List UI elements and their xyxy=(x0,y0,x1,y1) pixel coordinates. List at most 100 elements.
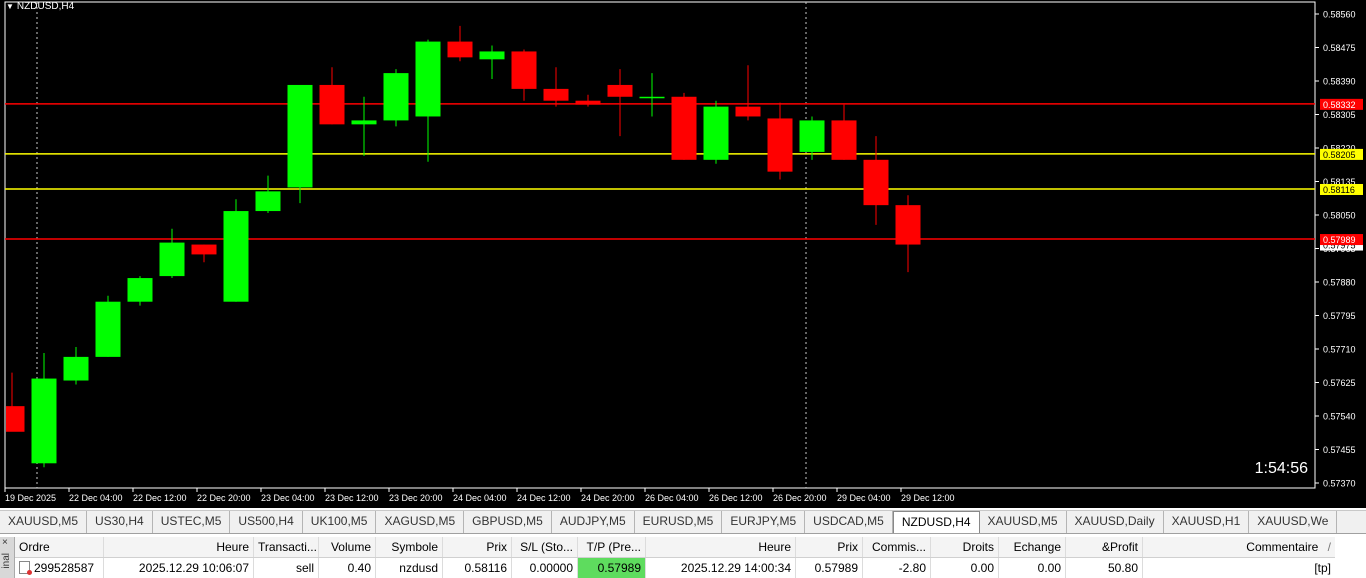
tab-xauusd-h1[interactable]: XAUUSD,H1 xyxy=(1164,511,1250,533)
candle-body-20 xyxy=(639,96,665,99)
cell-prix-close: 0.57989 xyxy=(796,558,863,578)
symbol-text: NZDUSD,H4 xyxy=(16,1,75,12)
time-axis-label: 22 Dec 04:00 xyxy=(69,493,123,503)
col-commentaire[interactable]: Commentaire / xyxy=(1143,537,1335,557)
price-axis-label: 0.58305 xyxy=(1323,110,1356,120)
tab-xauusd-weekly[interactable]: XAUUSD,We xyxy=(1249,511,1338,533)
col-volume[interactable]: Volume xyxy=(319,537,376,557)
history-table-header: Ordre Heure Transacti... Volume Symbole … xyxy=(15,537,1335,558)
time-axis-label: 29 Dec 12:00 xyxy=(901,493,955,503)
candle-body-14 xyxy=(447,41,473,58)
candle-body-4 xyxy=(127,278,153,302)
col-commission[interactable]: Commis... xyxy=(863,537,931,557)
cell-tp: 0.57989 xyxy=(578,558,646,578)
col-profit[interactable]: &Profit xyxy=(1066,537,1143,557)
candle-body-18 xyxy=(575,100,601,105)
col-transaction[interactable]: Transacti... xyxy=(254,537,319,557)
price-axis-label: 0.57455 xyxy=(1323,445,1356,455)
candle-body-28 xyxy=(895,205,921,245)
candle-body-5 xyxy=(159,242,185,277)
tab-xauusd-m5[interactable]: XAUUSD,M5 xyxy=(0,511,88,533)
time-axis-label: 26 Dec 12:00 xyxy=(709,493,763,503)
candle-body-25 xyxy=(799,120,825,152)
cell-ordre: 299528587 xyxy=(15,558,104,578)
cell-droits: 0.00 xyxy=(931,558,999,578)
time-axis-label: 22 Dec 20:00 xyxy=(197,493,251,503)
price-axis-label: 0.57880 xyxy=(1323,278,1356,288)
col-commentaire-label: Commentaire xyxy=(1246,540,1319,554)
tab-audjpy-m5[interactable]: AUDJPY,M5 xyxy=(552,511,635,533)
cell-echange: 0.00 xyxy=(999,558,1066,578)
time-axis-label: 23 Dec 12:00 xyxy=(325,493,379,503)
col-heure[interactable]: Heure xyxy=(104,537,254,557)
col-droits[interactable]: Droits xyxy=(931,537,999,557)
candle-countdown-timer: 1:54:56 xyxy=(1254,460,1308,477)
cell-transaction: sell xyxy=(254,558,319,578)
cell-profit: 50.80 xyxy=(1066,558,1143,578)
close-icon[interactable]: × xyxy=(2,537,8,548)
tab-usdcad-m5[interactable]: USDCAD,M5 xyxy=(805,511,893,533)
candle-body-26 xyxy=(831,120,857,160)
price-chart[interactable]: 0.58560 0.58475 0.58390 0.58305 0.58220 0.581… xyxy=(0,0,1366,508)
time-axis-label: 29 Dec 04:00 xyxy=(837,493,891,503)
col-symbole[interactable]: Symbole xyxy=(376,537,443,557)
time-axis-label: 26 Dec 20:00 xyxy=(773,493,827,503)
price-axis-label: 0.58475 xyxy=(1323,43,1356,53)
col-tp[interactable]: T/P (Pre... xyxy=(578,537,646,557)
time-axis-label: 24 Dec 04:00 xyxy=(453,493,507,503)
candle-body-11 xyxy=(351,120,377,125)
candlestick-chart[interactable]: 0.585600.584750.583900.583050.582200.581… xyxy=(0,0,1366,508)
tab-ustec-m5[interactable]: USTEC,M5 xyxy=(153,511,231,533)
price-axis-label: 0.57795 xyxy=(1323,311,1356,321)
tab-us500-h4[interactable]: US500,H4 xyxy=(230,511,303,533)
order-icon xyxy=(19,561,32,575)
candle-body-2 xyxy=(63,356,89,381)
cell-commission: -2.80 xyxy=(863,558,931,578)
candle-body-7 xyxy=(223,211,249,302)
time-axis-label: 24 Dec 20:00 xyxy=(581,493,635,503)
col-ordre[interactable]: Ordre xyxy=(15,537,104,557)
table-row[interactable]: 299528587 2025.12.29 10:06:07 sell 0.40 … xyxy=(15,558,1335,578)
price-axis-label: 0.57710 xyxy=(1323,345,1356,355)
col-sl[interactable]: S/L (Sto... xyxy=(512,537,578,557)
candle-body-12 xyxy=(383,73,409,121)
candle-body-15 xyxy=(479,51,505,60)
tab-uk100-m5[interactable]: UK100,M5 xyxy=(303,511,377,533)
cell-heure: 2025.12.29 10:06:07 xyxy=(104,558,254,578)
time-axis-label: 24 Dec 12:00 xyxy=(517,493,571,503)
candle-body-22 xyxy=(703,106,729,160)
col-prix[interactable]: Prix xyxy=(443,537,512,557)
dropdown-arrow-icon[interactable]: ▼ xyxy=(6,2,14,11)
tab-eurusd-m5[interactable]: EURUSD,M5 xyxy=(635,511,723,533)
tab-xauusd-daily[interactable]: XAUUSD,Daily xyxy=(1067,511,1164,533)
price-axis-label: 0.58390 xyxy=(1323,77,1356,87)
tab-nzdusd-h4[interactable]: NZDUSD,H4 xyxy=(892,511,980,533)
level-price-label: 0.57989 xyxy=(1323,235,1356,245)
candle-body-17 xyxy=(543,88,569,101)
candle-body-0 xyxy=(6,406,25,432)
candle-body-19 xyxy=(607,84,633,97)
terminal-sidebar: × inal xyxy=(0,537,15,578)
candle-body-8 xyxy=(255,191,281,212)
col-echange[interactable]: Echange xyxy=(999,537,1066,557)
candle-body-27 xyxy=(863,159,889,206)
tab-us30-h4[interactable]: US30,H4 xyxy=(87,511,153,533)
cell-heure-close: 2025.12.29 14:00:34 xyxy=(646,558,796,578)
tab-xagusd-m5[interactable]: XAGUSD,M5 xyxy=(376,511,465,533)
cell-commentaire: [tp] xyxy=(1314,561,1331,575)
time-axis-label: 19 Dec 2025 xyxy=(5,493,56,503)
tab-xauusd-m5-2[interactable]: XAUUSD,M5 xyxy=(980,511,1067,533)
tab-eurjpy-m5[interactable]: EURJPY,M5 xyxy=(722,511,806,533)
col-heure-close[interactable]: Heure xyxy=(646,537,796,557)
col-prix-close[interactable]: Prix xyxy=(796,537,863,557)
candle-body-3 xyxy=(95,301,121,357)
price-axis-label: 0.57370 xyxy=(1323,479,1356,489)
tab-gbpusd-m5[interactable]: GBPUSD,M5 xyxy=(464,511,552,533)
cell-symbole: nzdusd xyxy=(376,558,443,578)
terminal-side-label: inal xyxy=(1,553,12,569)
price-axis-label: 0.57625 xyxy=(1323,378,1356,388)
chart-symbol-label: ▼ NZDUSD,H4 xyxy=(6,1,74,12)
cell-ordre-value: 299528587 xyxy=(34,561,95,575)
level-price-label: 0.58332 xyxy=(1323,100,1356,110)
sort-icon: / xyxy=(1327,540,1331,554)
